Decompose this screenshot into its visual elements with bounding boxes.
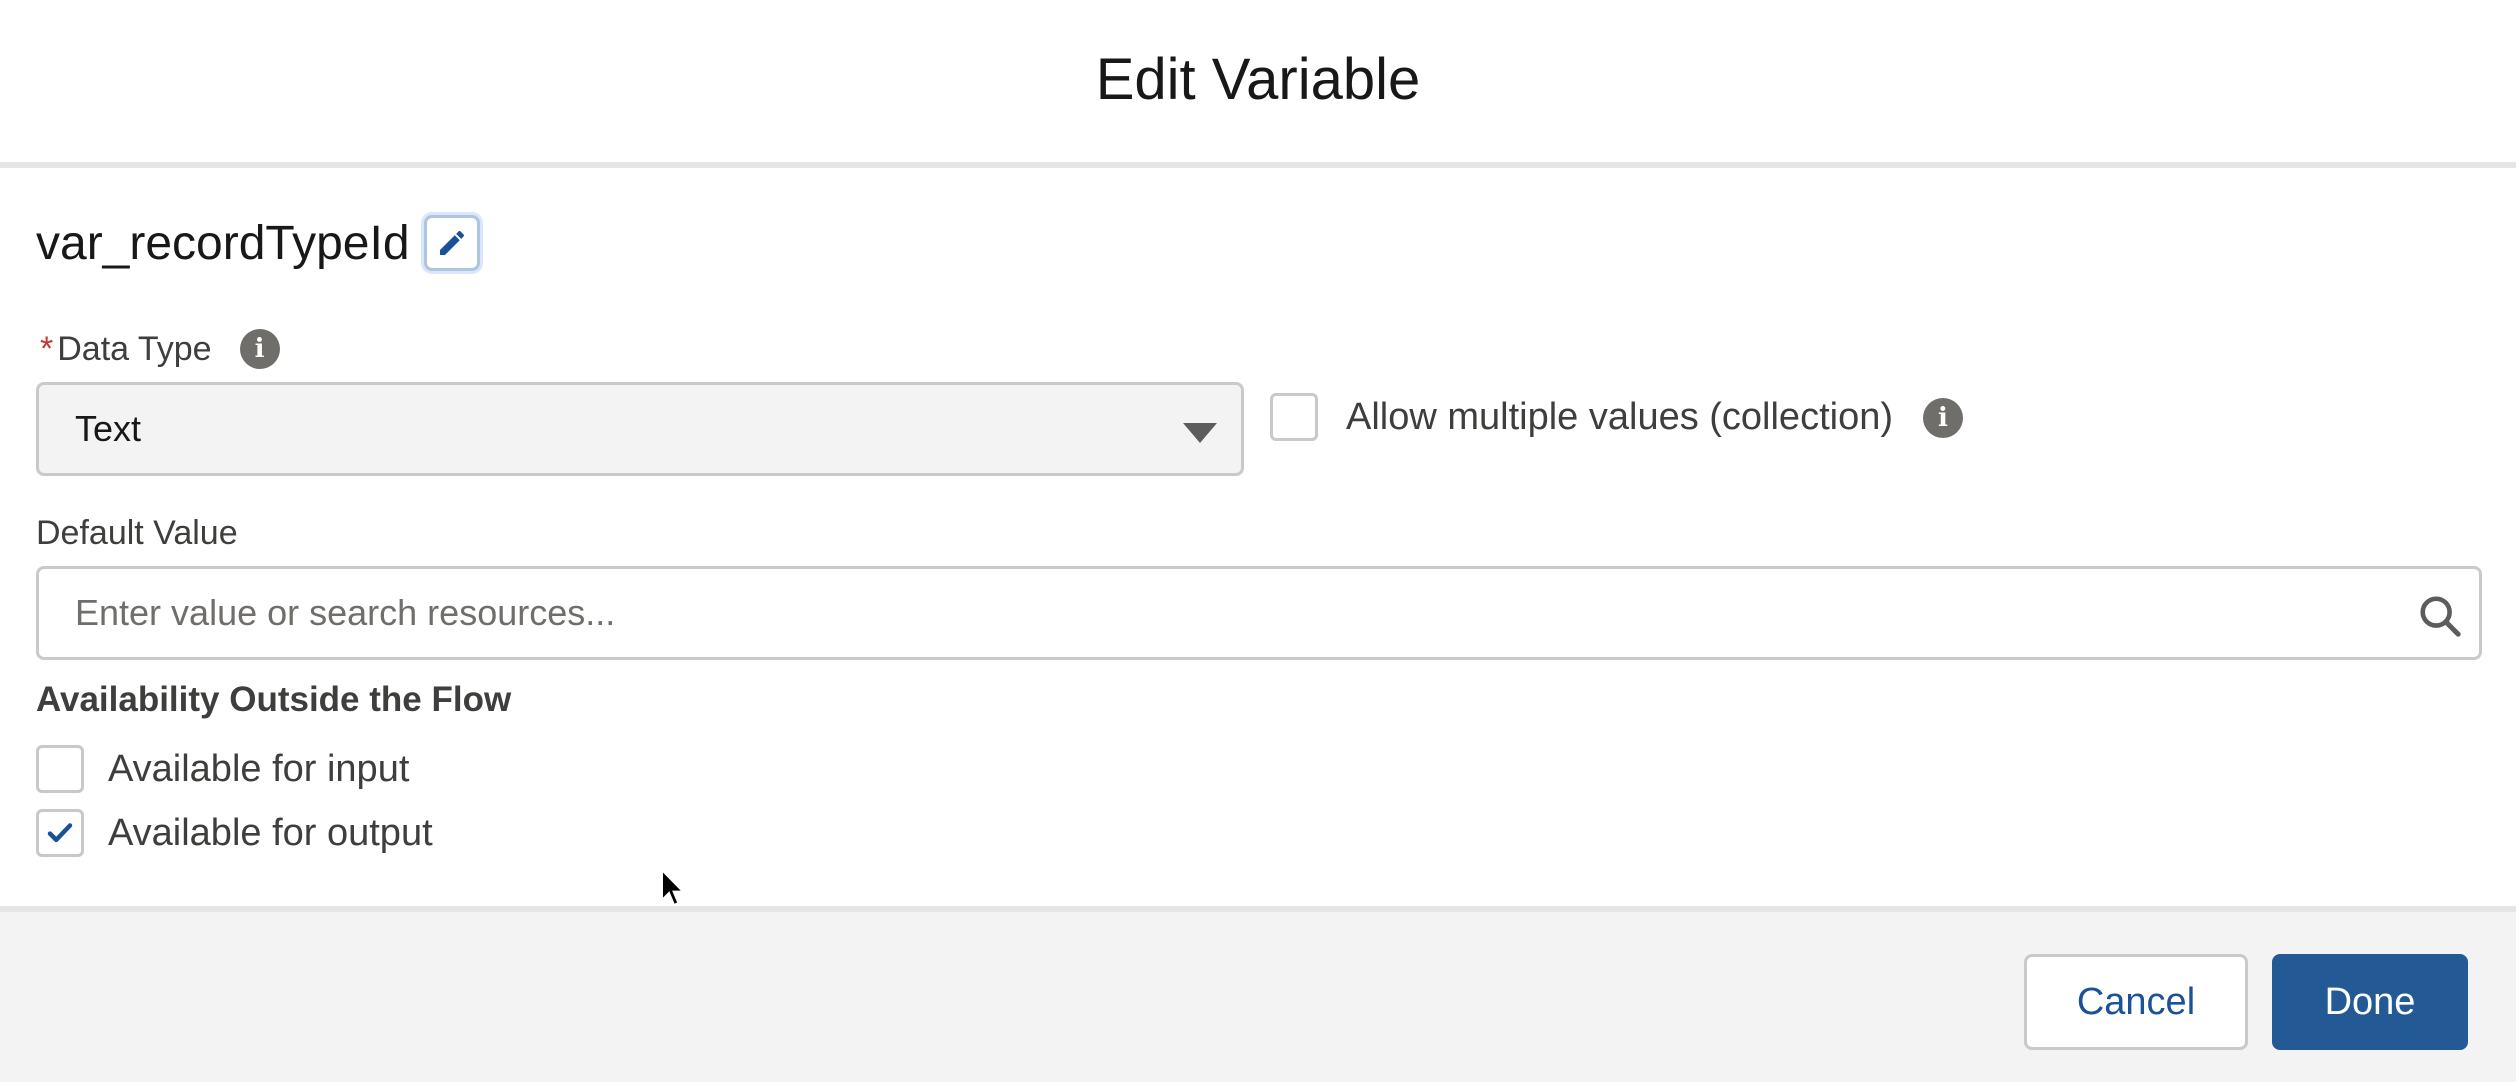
available-for-output-checkbox[interactable] [36,809,84,857]
edit-name-button[interactable] [423,215,480,271]
chevron-down-icon [1183,423,1217,443]
collection-checkbox[interactable] [1270,393,1318,441]
default-value-input[interactable] [39,591,2377,635]
available-for-output-label: Available for output [108,811,433,854]
available-for-input-checkbox[interactable] [36,745,84,793]
search-icon[interactable] [2417,593,2463,639]
available-output-row[interactable]: Available for output [36,808,433,858]
modal-footer: Cancel Done [0,906,2516,1082]
mouse-cursor-icon [661,868,686,907]
checkmark-icon [47,823,73,843]
available-input-row[interactable]: Available for input [36,744,409,794]
variable-name-row: var_recordTypeId [36,210,480,276]
data-type-select[interactable]: Text [36,382,1244,476]
done-button[interactable]: Done [2272,954,2468,1050]
data-type-label-row: * Data Type i [40,326,280,372]
available-for-input-label: Available for input [108,747,410,790]
pencil-icon [439,230,464,255]
data-type-selected-value: Text [75,408,142,449]
data-type-label: Data Type [57,329,212,368]
edit-variable-modal: Edit Variable var_recordTypeId * Data Ty… [0,0,2516,1082]
info-icon[interactable]: i [239,329,280,369]
availability-heading: Availability Outside the Flow [36,680,512,719]
modal-header: Edit Variable [0,0,2516,168]
info-icon[interactable]: i [1923,398,1963,438]
variable-api-name: var_recordTypeId [36,216,410,270]
collection-label: Allow multiple values (collection) [1346,395,1893,438]
default-value-label: Default Value [36,513,238,552]
cancel-button[interactable]: Cancel [2024,954,2248,1050]
default-value-field[interactable] [36,566,2482,660]
modal-title: Edit Variable [1095,46,1421,112]
required-marker: * [40,329,54,368]
collection-checkbox-row[interactable]: Allow multiple values (collection) i [1270,392,1963,442]
